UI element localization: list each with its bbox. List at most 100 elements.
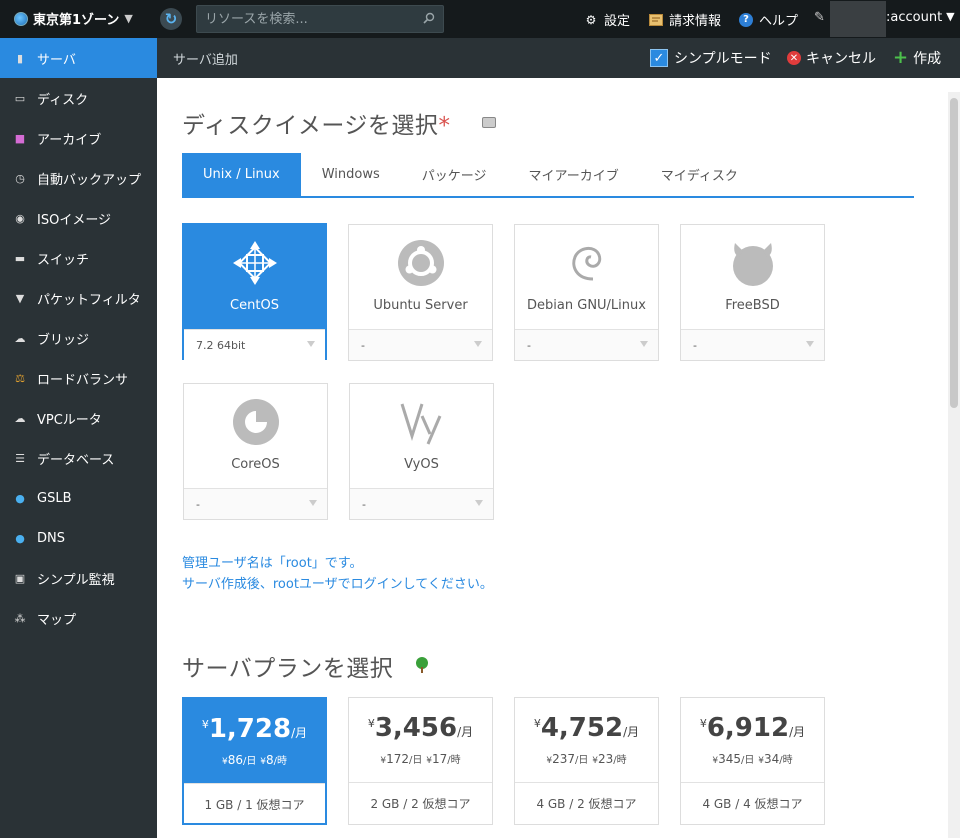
account-label: :account <box>886 10 943 25</box>
search-icon[interactable] <box>423 12 435 24</box>
tab-my-disk[interactable]: マイディスク <box>640 153 759 196</box>
search-box <box>196 5 444 33</box>
plan-card-body: ¥3,456/月 ¥172/日 ¥17/時 <box>349 698 492 782</box>
sidebar-item-gslb[interactable]: ● GSLB <box>0 478 157 518</box>
sidebar-item-auto-backup[interactable]: ◷ 自動バックアップ <box>0 158 157 198</box>
sidebar-item-load-balancer[interactable]: ⚖ ロードバランサ <box>0 358 157 398</box>
plan-price: ¥3,456/月 <box>349 713 492 743</box>
refresh-button[interactable]: ↻ <box>160 8 182 30</box>
tab-my-archive[interactable]: マイアーカイブ <box>508 153 640 196</box>
os-card-ubuntu[interactable]: Ubuntu Server - <box>348 224 493 361</box>
sidebar-item-label: VPCルータ <box>37 412 102 428</box>
caret-down-icon <box>640 341 648 347</box>
os-version-select[interactable]: - <box>515 329 658 360</box>
os-card-freebsd[interactable]: FreeBSD - <box>680 224 825 361</box>
os-version-select[interactable]: - <box>184 488 327 519</box>
clock-icon: ◷ <box>15 171 25 185</box>
checkbox-checked-icon[interactable]: ✓ <box>650 49 668 67</box>
os-version-value: - <box>362 497 366 511</box>
plan-card-body: ¥6,912/月 ¥345/日 ¥34/時 <box>681 698 824 782</box>
settings-link[interactable]: ⚙ 設定 <box>584 10 631 30</box>
cancel-label: キャンセル <box>806 51 876 67</box>
os-card-coreos[interactable]: CoreOS - <box>183 383 328 520</box>
cancel-button[interactable]: ✕ キャンセル <box>787 48 876 68</box>
sidebar-item-dns[interactable]: ● DNS <box>0 518 157 558</box>
sidebar-item-server[interactable]: ▮ サーバ <box>0 38 157 78</box>
caret-down-icon <box>475 500 483 506</box>
sidebar-item-disk[interactable]: ▭ ディスク <box>0 78 157 118</box>
create-button[interactable]: + 作成 <box>893 48 941 68</box>
sidebar-item-label: ブリッジ <box>37 332 90 348</box>
os-name: FreeBSD <box>725 298 780 313</box>
bridge-icon: ☁ <box>14 331 26 345</box>
plan-card-3[interactable]: ¥4,752/月 ¥237/日 ¥23/時 4 GB / 2 仮想コア <box>514 697 659 825</box>
plan-price: ¥6,912/月 <box>681 713 824 743</box>
sidebar-item-label: サーバ <box>37 52 76 68</box>
sidebar-item-vpc-router[interactable]: ☁ VPCルータ <box>0 398 157 438</box>
sidebar-item-label: ISOイメージ <box>37 212 112 228</box>
plan-spec: 1 GB / 1 仮想コア <box>184 783 325 825</box>
sidebar-item-database[interactable]: ☰ データベース <box>0 438 157 478</box>
os-version-select[interactable]: - <box>350 488 493 519</box>
plan-sub-price: ¥86/日 ¥8/時 <box>184 752 325 767</box>
refresh-icon: ↻ <box>164 9 178 28</box>
per-month: /月 <box>789 725 806 739</box>
billing-link[interactable]: 請求情報 <box>649 10 721 29</box>
plan-price: ¥1,728/月 <box>184 714 325 744</box>
simple-mode-toggle[interactable]: ✓ シンプルモード <box>650 48 772 68</box>
os-card-body: CentOS <box>184 225 325 329</box>
globe-icon: ● <box>15 531 25 545</box>
help-link[interactable]: ? ヘルプ <box>739 10 798 29</box>
sidebar-item-switch[interactable]: ▬ スイッチ <box>0 238 157 278</box>
os-card-body: VyOS <box>350 384 493 488</box>
coreos-logo-icon <box>232 399 279 445</box>
scrollbar-thumb[interactable] <box>950 98 958 408</box>
plan-card-4[interactable]: ¥6,912/月 ¥345/日 ¥34/時 4 GB / 4 仮想コア <box>680 697 825 825</box>
plus-icon: + <box>893 47 909 68</box>
yen-sign: ¥ <box>367 717 375 730</box>
tab-windows[interactable]: Windows <box>301 153 401 196</box>
plan-card-2[interactable]: ¥3,456/月 ¥172/日 ¥17/時 2 GB / 2 仮想コア <box>348 697 493 825</box>
sidebar-item-bridge[interactable]: ☁ ブリッジ <box>0 318 157 358</box>
sidebar-item-archive[interactable]: ■ アーカイブ <box>0 118 157 158</box>
plan-sub-price: ¥172/日 ¥17/時 <box>349 751 492 766</box>
sidebar-item-label: ロードバランサ <box>37 372 129 388</box>
vyos-logo-icon <box>400 403 441 445</box>
cloud-icon: ☁ <box>14 411 26 425</box>
yen-sign: ¥ <box>201 718 209 731</box>
caret-down-icon <box>806 341 814 347</box>
scrollbar[interactable] <box>948 92 960 838</box>
monthly-amount: 4,752 <box>540 713 624 743</box>
sidebar-item-packet-filter[interactable]: ▼ パケットフィルタ <box>0 278 157 318</box>
monitor-icon: ▣ <box>14 571 26 585</box>
sidebar: ▮ サーバ ▭ ディスク ■ アーカイブ ◷ 自動バックアップ ◉ ISOイメー… <box>0 38 157 838</box>
account-menu[interactable]: :account ▼ <box>886 10 955 25</box>
create-label: 作成 <box>913 51 942 67</box>
sidebar-item-iso[interactable]: ◉ ISOイメージ <box>0 198 157 238</box>
os-version-select[interactable]: - <box>681 329 824 360</box>
map-icon: ⁂ <box>14 611 26 625</box>
search-input[interactable] <box>197 6 417 32</box>
os-version-select[interactable]: - <box>349 329 492 360</box>
tab-package[interactable]: パッケージ <box>401 153 508 196</box>
globe-icon <box>14 11 28 26</box>
settings-label: 設定 <box>604 14 631 29</box>
sidebar-item-simple-monitor[interactable]: ▣ シンプル監視 <box>0 558 157 598</box>
os-card-vyos[interactable]: VyOS - <box>349 383 494 520</box>
hourly-amount: 8 <box>265 753 274 767</box>
plan-spec: 4 GB / 2 仮想コア <box>515 782 658 824</box>
hourly-amount: 34 <box>763 752 780 766</box>
os-tabs: Unix / Linux Windows パッケージ マイアーカイブ マイディス… <box>182 153 914 198</box>
plan-spec: 2 GB / 2 仮想コア <box>349 782 492 824</box>
sidebar-item-label: マップ <box>37 612 77 628</box>
plan-card-1[interactable]: ¥1,728/月 ¥86/日 ¥8/時 1 GB / 1 仮想コア <box>182 697 327 825</box>
os-card-debian[interactable]: Debian GNU/Linux - <box>514 224 659 361</box>
os-version-select[interactable]: 7.2 64bit <box>184 329 325 360</box>
zone-selector[interactable]: 東京第1ゾーン ▼ <box>14 9 133 28</box>
os-card-centos[interactable]: CentOS 7.2 64bit <box>182 223 327 360</box>
required-mark: * <box>438 113 451 139</box>
feather-icon: ✎ <box>814 10 825 25</box>
daily-amount: 345 <box>718 752 742 766</box>
tab-unix-linux[interactable]: Unix / Linux <box>182 153 301 196</box>
sidebar-item-map[interactable]: ⁂ マップ <box>0 598 157 638</box>
